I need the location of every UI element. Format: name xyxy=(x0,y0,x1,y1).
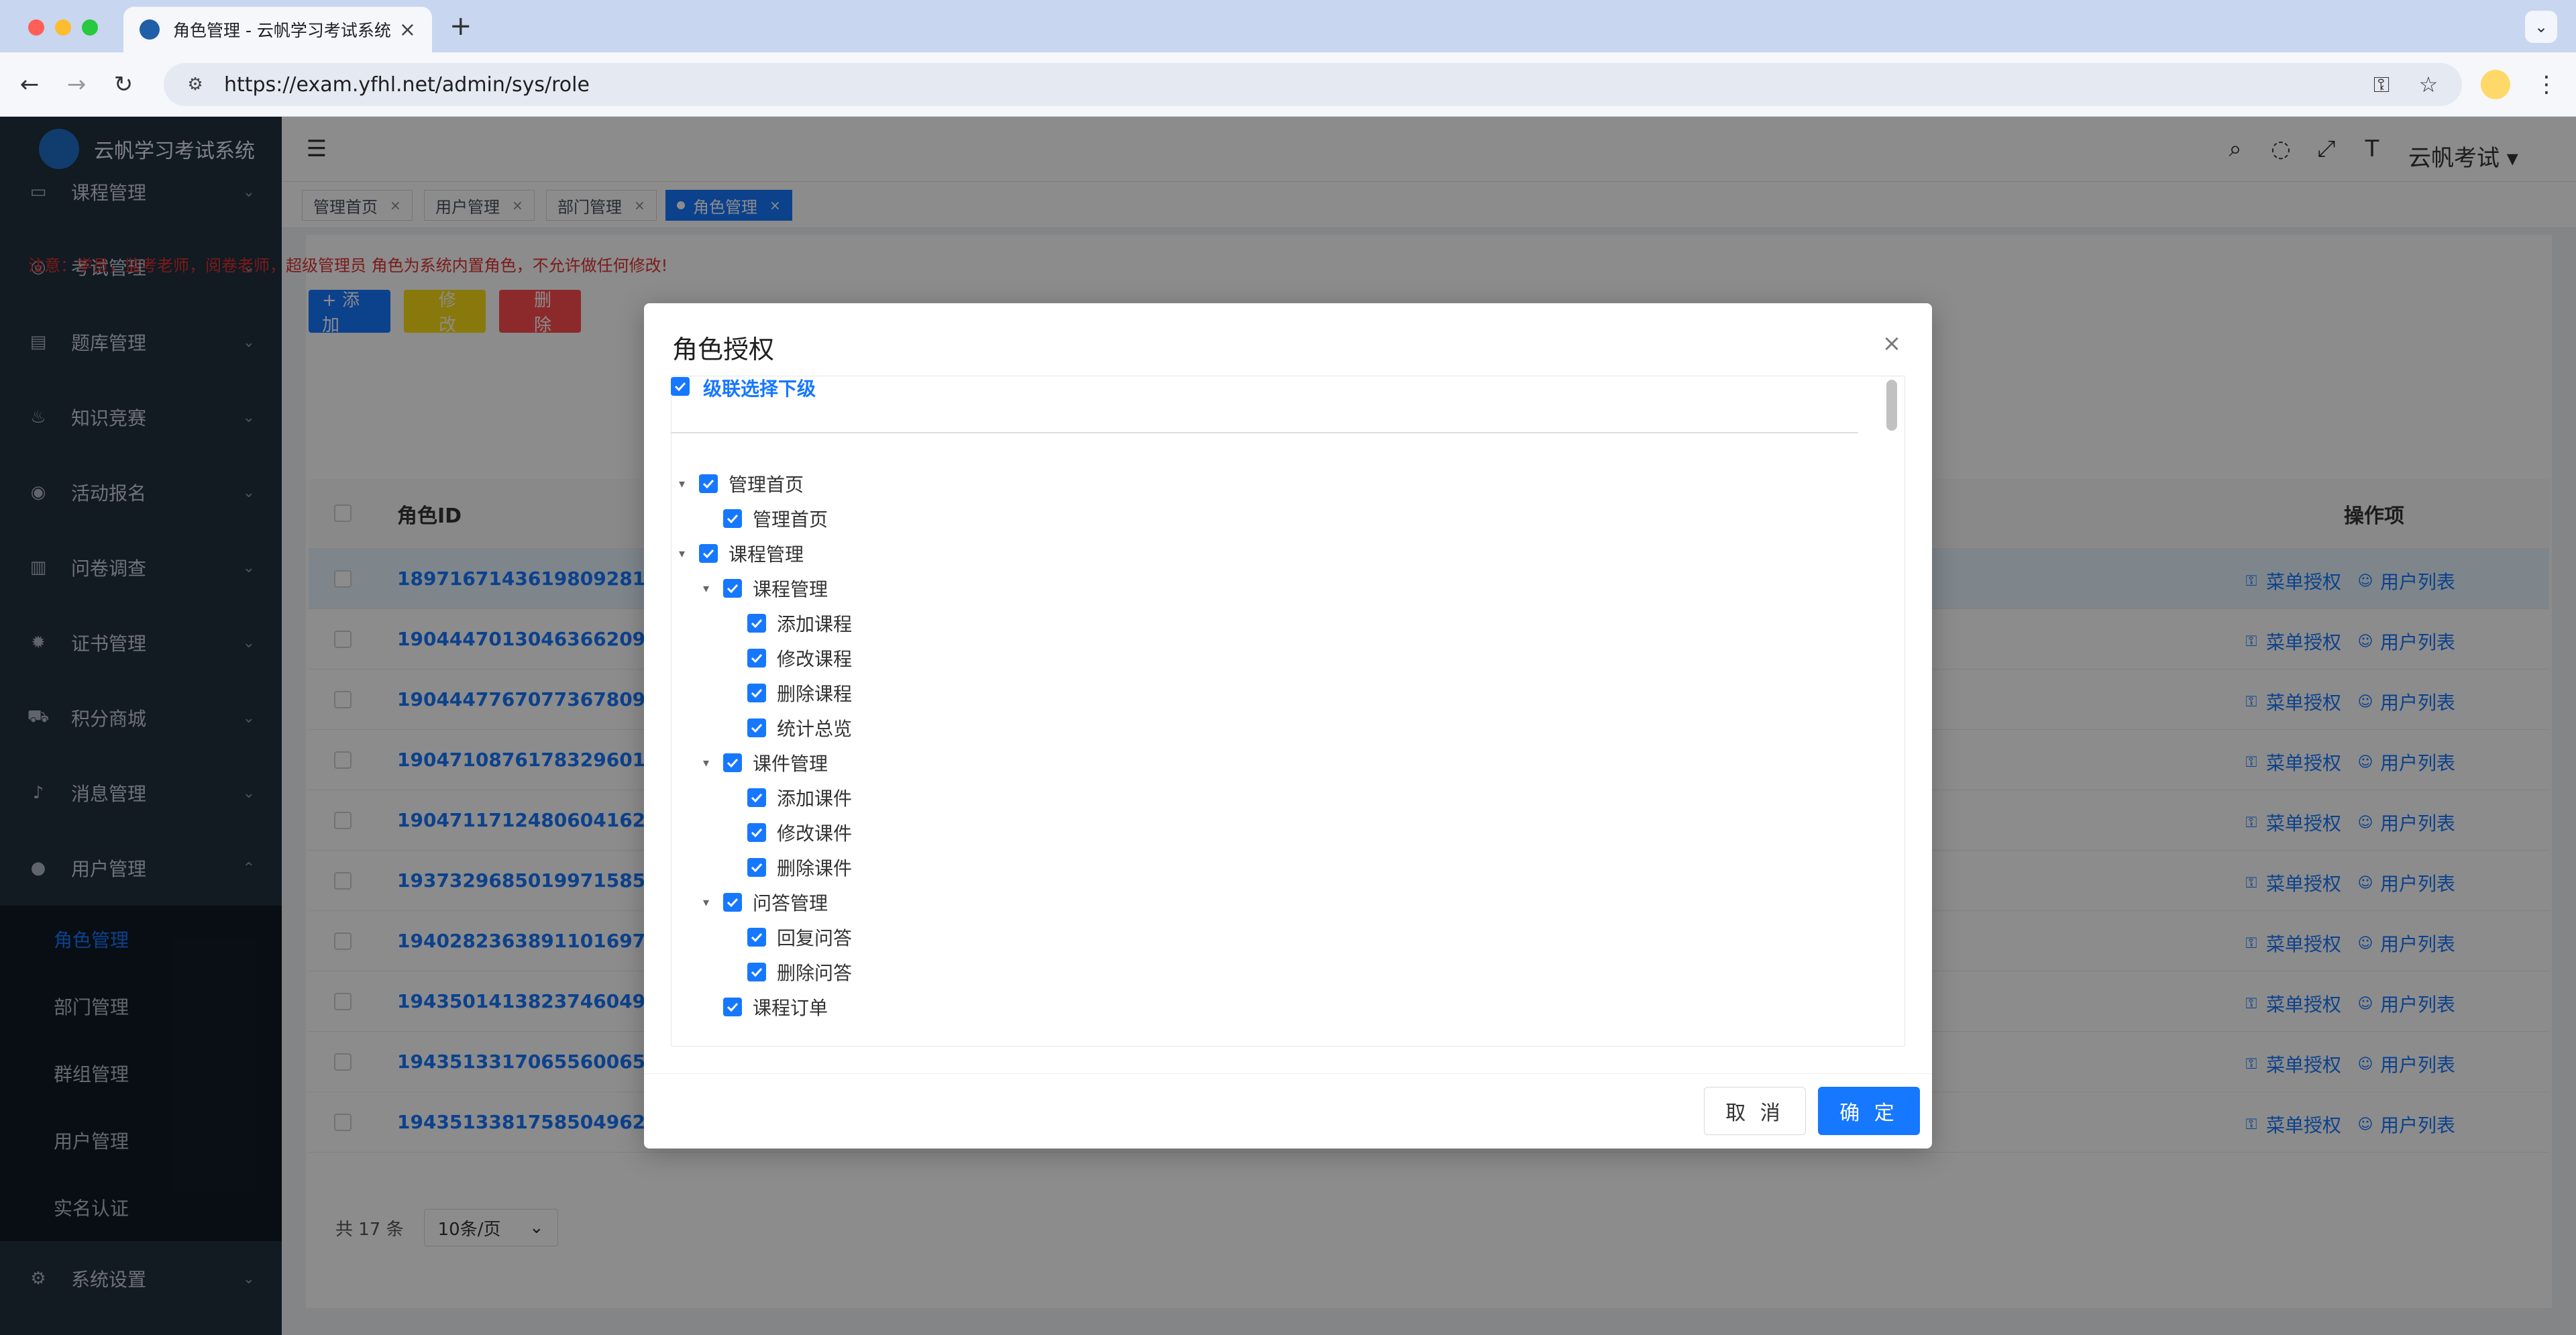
tree-node[interactable]: 统计总览 xyxy=(747,711,852,745)
tree-node[interactable]: ▾ 课程管理 xyxy=(703,572,828,605)
tab-search-chevron-icon[interactable]: ⌄ xyxy=(2525,11,2557,43)
tree-node[interactable]: ▾ 课件管理 xyxy=(703,746,828,780)
tree-checkbox[interactable] xyxy=(699,474,718,493)
cascade-checkbox[interactable] xyxy=(671,377,690,396)
tree-node-label: 添加课件 xyxy=(777,788,853,810)
tree-node-label: 删除问答 xyxy=(777,962,853,984)
tree-node-label: 修改课件 xyxy=(777,822,853,845)
tree-checkbox[interactable] xyxy=(723,509,742,528)
tree-node[interactable]: 回复问答 xyxy=(747,920,852,954)
tree-node[interactable]: 删除课件 xyxy=(747,851,852,884)
confirm-button[interactable]: 确 定 xyxy=(1818,1087,1920,1135)
bookmark-star-icon[interactable]: ☆ xyxy=(2415,71,2442,98)
tree-scrollbar[interactable] xyxy=(1886,380,1897,431)
tree-divider xyxy=(671,432,1858,433)
dialog-title: 角色授权 xyxy=(672,335,775,364)
tree-node[interactable]: 删除课程 xyxy=(747,676,852,710)
tree-checkbox[interactable] xyxy=(747,614,766,633)
tree-checkbox[interactable] xyxy=(747,684,766,702)
tree-node-label: 问答管理 xyxy=(753,892,828,914)
tree-node[interactable]: 管理首页 xyxy=(723,502,828,535)
tree-node-label: 管理首页 xyxy=(729,474,804,496)
caret-down-icon[interactable]: ▾ xyxy=(703,582,709,596)
back-arrow-icon[interactable]: ← xyxy=(15,70,44,99)
caret-down-icon[interactable]: ▾ xyxy=(703,756,709,770)
tree-node-label: 管理首页 xyxy=(753,509,828,531)
reload-icon[interactable]: ↻ xyxy=(109,70,138,99)
tree-node-label: 课件管理 xyxy=(753,753,828,775)
tab-title: 角色管理 - 云帆学习考试系统 xyxy=(173,21,391,40)
tree-node-label: 课程订单 xyxy=(753,997,828,1019)
tree-checkbox[interactable] xyxy=(747,858,766,877)
tree-node-label: 课程管理 xyxy=(753,578,828,600)
caret-down-icon[interactable]: ▾ xyxy=(679,477,685,491)
tree-checkbox[interactable] xyxy=(747,963,766,981)
site-favicon-icon xyxy=(140,19,160,40)
tree-node[interactable]: 添加课件 xyxy=(747,781,852,814)
browser-toolbar: ← → ↻ ⚙ https://exam.yfhl.net/admin/sys/… xyxy=(0,52,2576,117)
address-bar[interactable]: ⚙ https://exam.yfhl.net/admin/sys/role ⚿… xyxy=(164,63,2462,106)
tree-node[interactable]: 修改课件 xyxy=(747,816,852,849)
tree-node-label: 删除课件 xyxy=(777,857,853,879)
tree-node-label: 删除课程 xyxy=(777,683,853,705)
new-tab-button[interactable]: + xyxy=(449,11,472,42)
tree-node-label: 回复问答 xyxy=(777,927,853,949)
tree-node[interactable]: 课程订单 xyxy=(723,990,828,1024)
browser-tab[interactable]: 角色管理 - 云帆学习考试系统 × xyxy=(123,7,432,52)
caret-down-icon[interactable]: ▾ xyxy=(679,547,685,561)
tree-node-label: 添加课程 xyxy=(777,613,853,635)
browser-menu-icon[interactable]: ⋮ xyxy=(2533,70,2560,99)
tree-node-label: 课程管理 xyxy=(729,543,804,566)
tree-checkbox[interactable] xyxy=(723,753,742,772)
tree-node[interactable]: 删除问答 xyxy=(747,955,852,989)
tree-checkbox[interactable] xyxy=(747,823,766,842)
window-minimize-button[interactable] xyxy=(55,19,71,36)
role-auth-dialog: 角色授权 × 级联选择下级 ▾ 管理首页 管理首页 ▾ 课程管理 ▾ 课程管理 添加课程 修改课… xyxy=(644,303,1932,1149)
tab-close-icon[interactable]: × xyxy=(399,18,416,42)
tree-node-label: 统计总览 xyxy=(777,718,853,740)
tree-checkbox[interactable] xyxy=(699,544,718,563)
tree-node[interactable]: 添加课程 xyxy=(747,606,852,640)
profile-avatar[interactable] xyxy=(2481,70,2510,99)
site-settings-icon[interactable]: ⚙ xyxy=(184,73,207,96)
tree-checkbox[interactable] xyxy=(747,718,766,737)
tree-container xyxy=(671,376,1905,1047)
caret-down-icon[interactable]: ▾ xyxy=(703,896,709,910)
tree-node[interactable]: ▾ 问答管理 xyxy=(703,886,828,919)
browser-tab-bar: 角色管理 - 云帆学习考试系统 × + ⌄ xyxy=(0,0,2576,52)
tree-checkbox[interactable] xyxy=(747,928,766,947)
cascade-label[interactable]: 级联选择下级 xyxy=(703,374,816,401)
tree-checkbox[interactable] xyxy=(747,788,766,807)
tree-checkbox[interactable] xyxy=(747,649,766,668)
tree-checkbox[interactable] xyxy=(723,998,742,1016)
window-close-button[interactable] xyxy=(28,19,44,36)
cancel-button[interactable]: 取 消 xyxy=(1704,1087,1806,1135)
close-icon[interactable]: × xyxy=(1878,330,1905,357)
tree-node-label: 修改课程 xyxy=(777,648,853,670)
password-key-icon[interactable]: ⚿ xyxy=(2368,71,2395,98)
forward-arrow-icon[interactable]: → xyxy=(62,70,91,99)
url-text[interactable]: https://exam.yfhl.net/admin/sys/role xyxy=(224,73,2348,97)
tree-node[interactable]: 修改课程 xyxy=(747,641,852,675)
tree-node[interactable]: ▾ 管理首页 xyxy=(679,467,804,500)
tree-checkbox[interactable] xyxy=(723,579,742,598)
tree-node[interactable]: ▾ 课程管理 xyxy=(679,537,804,570)
window-zoom-button[interactable] xyxy=(82,19,98,36)
tree-checkbox[interactable] xyxy=(723,893,742,912)
